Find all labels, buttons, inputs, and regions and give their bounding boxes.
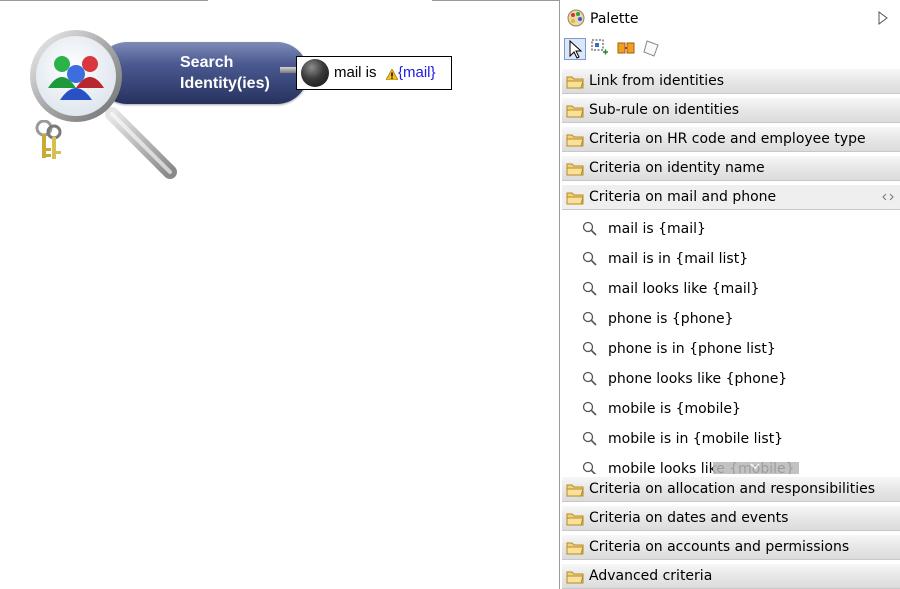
- keys-icon: [35, 120, 62, 159]
- marquee-tool[interactable]: [590, 38, 612, 60]
- mail-phone-items: mail is {mail} mail is in {mail list} ma…: [562, 213, 900, 474]
- connection-tool[interactable]: [616, 38, 638, 60]
- select-tool-icon: [569, 39, 583, 59]
- select-tool[interactable]: [564, 38, 586, 60]
- palette-title: Palette: [590, 11, 639, 27]
- folder-icon: [566, 105, 584, 118]
- chevron-down-icon: [750, 463, 760, 470]
- folder-icon: [566, 571, 584, 584]
- top-divider-right: [432, 0, 560, 1]
- top-divider-left: [0, 0, 208, 1]
- palette-item[interactable]: mail is {mail}: [562, 215, 900, 245]
- palette-item-label: phone is in {phone list}: [608, 341, 776, 357]
- mail-criteria-node[interactable]: mail is {mail}: [296, 56, 452, 90]
- drawer-link-from-identities[interactable]: Link from identities: [562, 68, 900, 94]
- drawer-sub-rule-on-identities[interactable]: Sub-rule on identities: [562, 97, 900, 123]
- magnifier-icon: [582, 341, 597, 356]
- pin-drawer-icon[interactable]: [882, 193, 894, 201]
- palette-item[interactable]: phone looks like {phone}: [562, 365, 900, 395]
- warning-icon: [386, 69, 398, 80]
- drawer-criteria-identity-name[interactable]: Criteria on identity name: [562, 155, 900, 181]
- criteria-ball-icon: [301, 59, 329, 87]
- magnifier-icon: [582, 371, 597, 386]
- palette-item-label: mail is in {mail list}: [608, 251, 749, 267]
- drawer-criteria-accounts[interactable]: Criteria on accounts and permissions: [562, 534, 900, 560]
- drawer-label: Advanced criteria: [589, 568, 713, 584]
- palette-panel: Palette Link from identities Sub-rule on…: [559, 0, 900, 589]
- scroll-down-indicator[interactable]: [713, 462, 799, 474]
- drawer-label: Sub-rule on identities: [589, 102, 740, 118]
- magnifier-icon: [582, 401, 597, 416]
- magnifier-icon: [582, 461, 597, 474]
- magnifier-icon: [582, 311, 597, 326]
- palette-header: Palette: [560, 6, 900, 32]
- drawer-label: Criteria on mail and phone: [589, 189, 777, 205]
- drawer-criteria-hr-code[interactable]: Criteria on HR code and employee type: [562, 126, 900, 152]
- magnifier-icon: [582, 431, 597, 446]
- palette-icon: [567, 9, 585, 27]
- palette-item[interactable]: mobile is in {mobile list}: [562, 425, 900, 455]
- palette-item[interactable]: mail looks like {mail}: [562, 275, 900, 305]
- palette-item-label: mobile is in {mobile list}: [608, 431, 784, 447]
- palette-item[interactable]: mobile is {mobile}: [562, 395, 900, 425]
- folder-icon: [566, 542, 584, 555]
- collapse-palette-icon[interactable]: [878, 11, 888, 25]
- folder-icon: [566, 163, 584, 176]
- note-tool[interactable]: [642, 38, 664, 60]
- palette-item-label: mobile is {mobile}: [608, 401, 741, 417]
- drawer-criteria-dates-events[interactable]: Criteria on dates and events: [562, 505, 900, 531]
- drawer-label: Link from identities: [589, 73, 725, 89]
- folder-icon: [566, 134, 584, 147]
- folder-icon: [566, 513, 584, 526]
- magnifier-icon: [582, 221, 597, 236]
- drawer-label: Criteria on allocation and responsibilit…: [589, 481, 876, 497]
- palette-item[interactable]: phone is {phone}: [562, 305, 900, 335]
- magnifier-icon: [582, 251, 597, 266]
- folder-icon: [566, 76, 584, 89]
- palette-item-label: mail is {mail}: [608, 221, 706, 237]
- marquee-tool-icon: [591, 39, 608, 55]
- drawer-label: Criteria on identity name: [589, 160, 765, 176]
- drawer-label: Criteria on accounts and permissions: [589, 539, 850, 555]
- palette-item[interactable]: mail is in {mail list}: [562, 245, 900, 275]
- connection-tool-icon: [617, 42, 635, 54]
- drawer-label: Criteria on HR code and employee type: [589, 131, 866, 147]
- criteria-text: mail is: [334, 64, 377, 81]
- criteria-variable-link[interactable]: {mail}: [398, 64, 436, 81]
- search-identity-node[interactable]: Search Identity(ies): [24, 26, 308, 186]
- palette-item-label: phone is {phone}: [608, 311, 734, 327]
- folder-icon: [566, 484, 584, 497]
- palette-toolbar: [564, 38, 900, 62]
- drawer-advanced-criteria[interactable]: Advanced criteria: [562, 563, 900, 589]
- palette-item[interactable]: phone is in {phone list}: [562, 335, 900, 365]
- palette-item-label: phone looks like {phone}: [608, 371, 788, 387]
- drawer-label: Criteria on dates and events: [589, 510, 789, 526]
- palette-item-label: mail looks like {mail}: [608, 281, 760, 297]
- drawer-criteria-allocation[interactable]: Criteria on allocation and responsibilit…: [562, 476, 900, 502]
- magnifier-icon: [582, 281, 597, 296]
- note-tool-icon: [643, 40, 659, 57]
- folder-open-icon: [566, 192, 584, 205]
- drawer-criteria-mail-phone[interactable]: Criteria on mail and phone: [562, 184, 900, 210]
